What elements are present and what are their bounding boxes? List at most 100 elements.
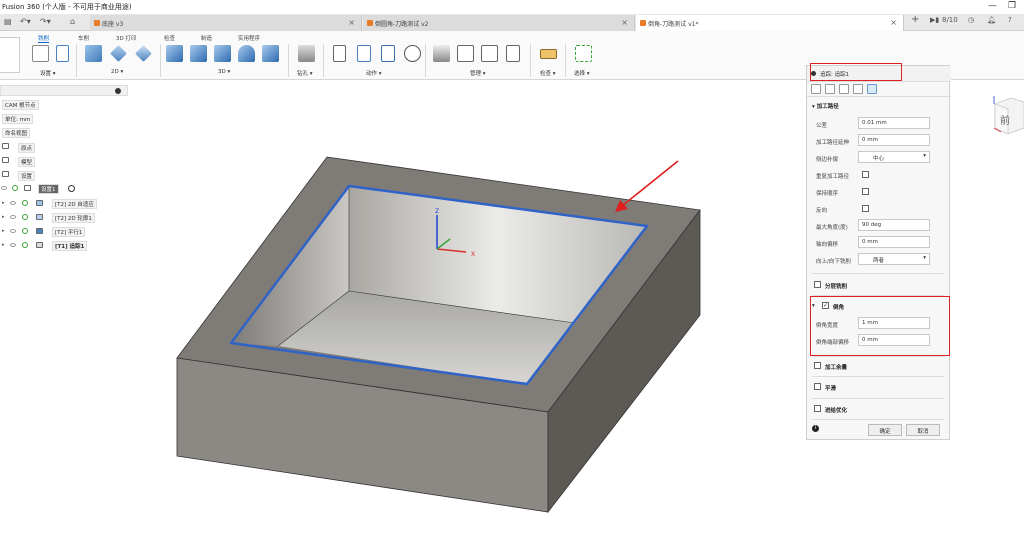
visibility-icon[interactable] xyxy=(10,201,16,205)
3d-contour-icon[interactable] xyxy=(262,45,279,62)
model-node[interactable]: 模型 xyxy=(18,157,36,167)
maximize-icon[interactable]: ❐ xyxy=(1008,1,1016,11)
2d-contour-icon[interactable] xyxy=(135,45,152,62)
group-2d[interactable]: 2D ▾ xyxy=(111,69,123,75)
section-smoothing[interactable]: 平滑 xyxy=(825,384,836,392)
visibility-icon[interactable] xyxy=(10,215,16,219)
doc-tab-chamfer-test[interactable]: 倒角-刀路测试 v1* × xyxy=(636,15,904,31)
feed-optimization-checkbox[interactable] xyxy=(814,405,821,412)
reverse-checkbox[interactable] xyxy=(862,205,869,212)
help-icon[interactable]: ? xyxy=(1008,16,1012,24)
close-icon[interactable]: × xyxy=(348,18,355,27)
expand-icon[interactable]: ▸ xyxy=(2,242,5,248)
simulate-icon[interactable] xyxy=(357,45,371,62)
tab-utilities[interactable]: 实用程序 xyxy=(238,34,260,42)
nc-program-icon[interactable] xyxy=(506,45,520,62)
tab-linking-icon[interactable] xyxy=(867,84,877,94)
tab-inspect[interactable]: 检查 xyxy=(164,34,175,42)
2d-adaptive-icon[interactable] xyxy=(85,45,102,62)
group-3d[interactable]: 3D ▾ xyxy=(218,69,230,75)
group-drilling[interactable]: 钻孔 ▾ xyxy=(297,69,313,77)
repeat-pass-checkbox[interactable] xyxy=(862,171,869,178)
3d-parallel-icon[interactable] xyxy=(214,45,231,62)
stock-to-leave-checkbox[interactable] xyxy=(814,362,821,369)
post-process-icon[interactable] xyxy=(381,45,395,62)
close-icon[interactable]: × xyxy=(621,18,628,27)
group-setup[interactable]: 设置 ▾ xyxy=(40,69,56,77)
template-library-icon[interactable] xyxy=(457,45,474,62)
select-icon[interactable] xyxy=(575,45,592,62)
visibility-icon[interactable] xyxy=(10,229,16,233)
undo-icon[interactable]: ↶▾ xyxy=(20,17,31,26)
cancel-button[interactable]: 取消 xyxy=(906,424,940,436)
up-down-milling-select[interactable]: 两者 ▾ xyxy=(858,253,930,265)
section-stock-to-leave[interactable]: 加工余量 xyxy=(825,363,847,371)
save-icon[interactable]: ▤ xyxy=(4,17,12,26)
section-toolpath[interactable]: ▾ 加工路径 xyxy=(812,102,839,110)
folder-icon[interactable] xyxy=(32,45,49,62)
ok-button[interactable]: 确定 xyxy=(868,424,902,436)
operation-parallel[interactable]: [T2] 平行1 xyxy=(52,227,86,237)
active-setup-icon[interactable] xyxy=(68,185,75,192)
redo-icon[interactable]: ↷▾ xyxy=(40,17,51,26)
group-manage[interactable]: 管理 ▾ xyxy=(470,69,486,77)
tab-turning[interactable]: 车削 xyxy=(78,34,89,42)
group-select[interactable]: 选择 ▾ xyxy=(574,69,590,77)
expand-icon[interactable]: ▸ xyxy=(2,200,5,206)
tab-passes-icon[interactable] xyxy=(853,84,863,94)
job-count[interactable]: 8/10 xyxy=(942,16,958,24)
browser-collapse-icon[interactable] xyxy=(115,88,121,94)
notifications-icon[interactable]: 🔔︎ xyxy=(987,16,996,24)
close-icon[interactable]: × xyxy=(890,18,897,27)
tab-3d-print[interactable]: 3D 打印 xyxy=(116,34,136,42)
post-library-icon[interactable] xyxy=(481,45,498,62)
3d-pocket-icon[interactable] xyxy=(190,45,207,62)
expand-icon[interactable]: ▸ xyxy=(2,214,5,220)
max-angle-input[interactable]: 90 deg xyxy=(858,219,930,231)
expand-icon[interactable]: ▸ xyxy=(2,228,5,234)
tab-fabricate[interactable]: 制造 xyxy=(201,34,212,42)
group-actions[interactable]: 动作 ▾ xyxy=(366,69,382,77)
viewcube-front-label[interactable]: 前 xyxy=(1000,112,1010,127)
3d-adaptive-icon[interactable] xyxy=(166,45,183,62)
clock-icon[interactable]: ◷ xyxy=(968,16,974,24)
section-feed-optimization[interactable]: 进给优化 xyxy=(825,406,847,414)
tab-heights-icon[interactable] xyxy=(839,84,849,94)
sideways-comp-select[interactable]: 中心 ▾ xyxy=(858,151,930,163)
origin-node[interactable]: 原点 xyxy=(18,143,36,153)
toolpath-generate-icon[interactable] xyxy=(404,45,421,62)
group-inspect[interactable]: 检查 ▾ xyxy=(540,69,556,77)
setup1-node[interactable]: 设置1 xyxy=(38,184,59,194)
tolerance-input[interactable]: 0.01 mm xyxy=(858,117,930,129)
extension-input[interactable]: 0 mm xyxy=(858,134,930,146)
section-multiple-depths[interactable]: 分层铣削 xyxy=(825,282,847,290)
cam-root-node[interactable]: CAM 根节点 xyxy=(2,100,39,110)
visibility-icon[interactable] xyxy=(1,186,7,190)
drill-icon[interactable] xyxy=(298,45,315,62)
info-icon[interactable]: i xyxy=(812,425,819,432)
axial-offset-input[interactable]: 0 mm xyxy=(858,236,930,248)
tab-geometry-icon[interactable] xyxy=(825,84,835,94)
multiple-depths-checkbox[interactable] xyxy=(814,281,821,288)
operation-2d-adaptive[interactable]: [T2] 2D 自适应 xyxy=(52,199,97,209)
keep-order-checkbox[interactable] xyxy=(862,188,869,195)
operation-2d-contour[interactable]: [T2] 2D 轮廓1 xyxy=(52,213,95,223)
g-code-icon[interactable] xyxy=(56,45,69,62)
2d-pocket-icon[interactable] xyxy=(110,45,127,62)
job-status-icon[interactable]: ▶▮ xyxy=(930,16,939,24)
3d-scallop-icon[interactable] xyxy=(238,45,255,62)
setup-node[interactable]: 设置 xyxy=(18,171,36,181)
visibility-icon[interactable] xyxy=(10,243,16,247)
tab-milling[interactable]: 铣削 xyxy=(38,34,50,43)
doc-tab-fillet-test[interactable]: 倒圆角-刀路测试 v2 × xyxy=(363,15,635,31)
minimize-icon[interactable]: — xyxy=(988,1,997,11)
tab-tool-icon[interactable] xyxy=(811,84,821,94)
home-icon[interactable]: ⌂ xyxy=(70,17,75,26)
workspace-switcher[interactable] xyxy=(0,37,20,73)
new-tab-icon[interactable]: + xyxy=(911,14,919,25)
measure-icon[interactable] xyxy=(540,49,557,59)
operation-trace[interactable]: [T1] 追踪1 xyxy=(52,241,88,251)
setup-sheet-icon[interactable] xyxy=(333,45,346,62)
smoothing-checkbox[interactable] xyxy=(814,383,821,390)
tool-library-icon[interactable] xyxy=(433,45,450,62)
